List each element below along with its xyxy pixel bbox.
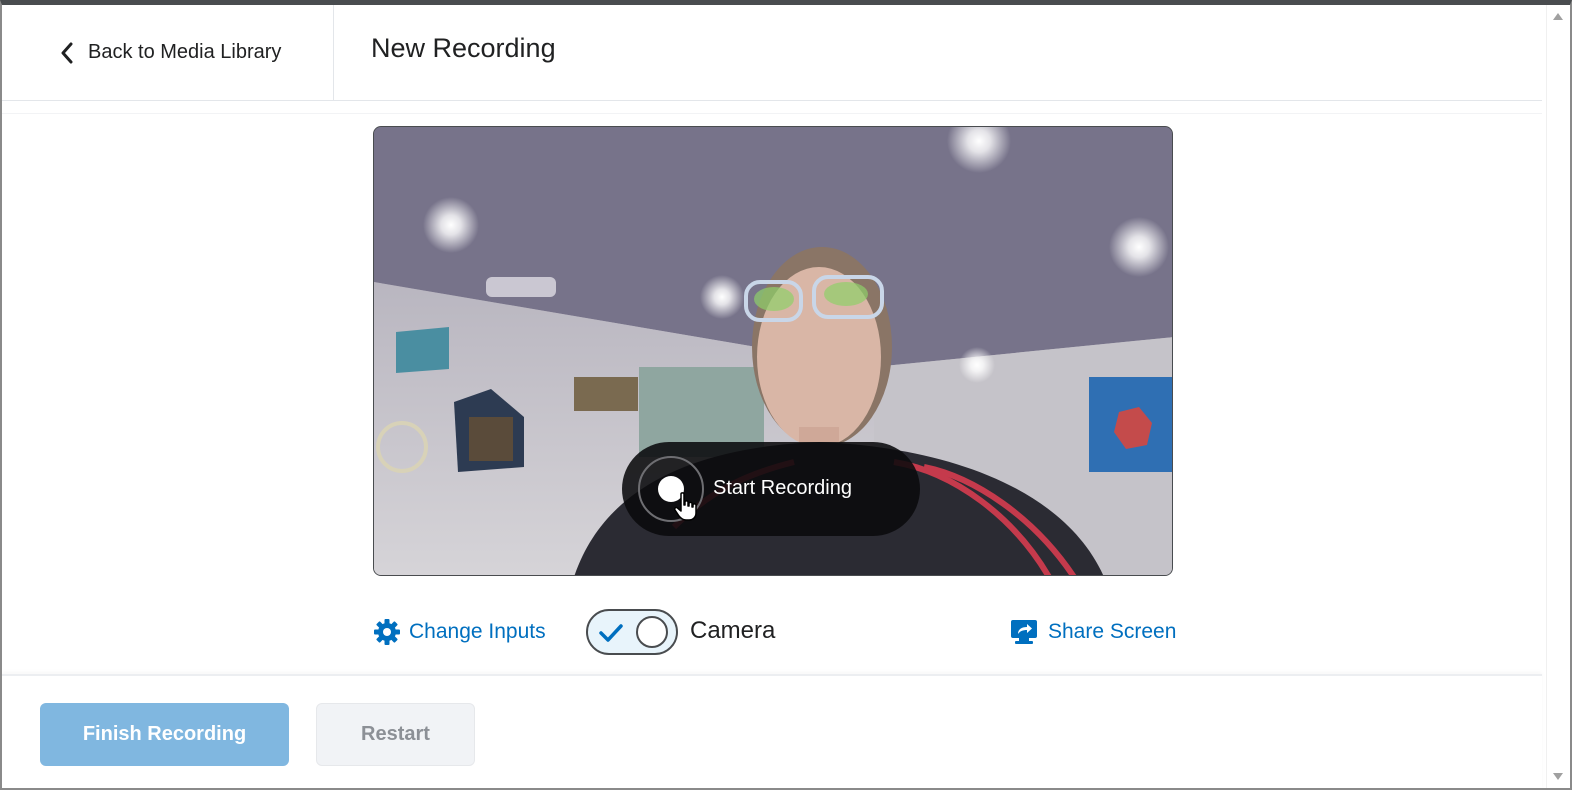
start-recording-label: Start Recording <box>713 477 852 499</box>
check-icon <box>599 624 623 642</box>
start-recording-button[interactable]: Start Recording <box>622 442 920 536</box>
camera-toggle-label: Camera <box>690 617 776 644</box>
share-screen-button[interactable]: Share Screen <box>1010 617 1176 647</box>
chevron-left-icon <box>61 42 73 63</box>
share-screen-icon <box>1011 620 1037 644</box>
share-screen-label: Share Screen <box>1048 620 1177 643</box>
scroll-down-arrow-icon[interactable] <box>1553 773 1563 780</box>
scroll-up-arrow-icon[interactable] <box>1553 13 1563 20</box>
restart-button[interactable]: Restart <box>316 703 475 766</box>
page-header: Back to Media Library New Recording <box>2 5 1542 101</box>
change-inputs-button[interactable]: Change Inputs <box>373 617 546 647</box>
finish-recording-button[interactable]: Finish Recording <box>40 703 289 766</box>
recording-window: Back to Media Library New Recording Star… <box>0 0 1572 790</box>
back-to-media-library-link[interactable]: Back to Media Library <box>2 5 334 100</box>
toggle-knob <box>636 616 668 648</box>
change-inputs-label: Change Inputs <box>409 620 546 643</box>
gear-icon <box>374 619 400 645</box>
camera-toggle[interactable] <box>586 609 678 655</box>
page-title: New Recording <box>371 33 556 63</box>
vertical-scrollbar[interactable] <box>1546 5 1570 788</box>
camera-preview: Start Recording <box>373 126 1173 576</box>
hand-cursor-icon <box>674 492 697 521</box>
back-link-label: Back to Media Library <box>88 41 282 63</box>
footer-bar: Finish Recording Restart <box>2 674 1542 788</box>
